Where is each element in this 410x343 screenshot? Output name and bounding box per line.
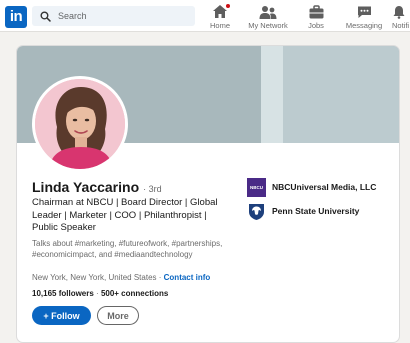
nav-home[interactable]: Home [207,3,233,31]
org-name: NBCUniversal Media, LLC [272,182,377,192]
penn-state-logo [249,203,264,220]
connections-count[interactable]: 500+ connections [101,289,168,298]
nav-notifications[interactable]: Notifi [392,3,410,31]
nav-messaging[interactable]: Messaging [344,3,384,31]
notification-dot [225,3,231,9]
location-row: New York, New York, United States · Cont… [32,273,210,282]
banner-panel [283,46,399,143]
org-nbcu[interactable]: NBCU NBCUniversal Media, LLC [247,177,377,197]
org-name: Penn State University [272,206,360,216]
jobs-icon [309,5,323,19]
nav-jobs[interactable]: Jobs [304,3,328,31]
connection-degree: · 3rd [143,184,162,194]
nav-notifications-label: Notifi [392,21,410,30]
nav-jobs-label: Jobs [308,21,324,30]
nav-messaging-label: Messaging [345,21,383,30]
notifications-icon [393,6,405,19]
messaging-icon [357,6,371,18]
banner-panel [261,46,283,143]
stats-row: 10,165 followers · 500+ connections [32,289,168,298]
profile-photo [35,79,125,169]
name-row: Linda Yaccarino · 3rd [32,179,162,195]
more-button[interactable]: More [97,306,139,325]
profile-name: Linda Yaccarino [32,179,140,195]
profile-card: Linda Yaccarino · 3rd Chairman at NBCU |… [16,45,400,343]
contact-info-link[interactable]: Contact info [164,273,211,282]
nav-my-network[interactable]: My Network [246,3,290,31]
top-nav: in Search Home My Network Jobs Messaging… [0,0,410,32]
search-bar[interactable]: Search [32,6,195,26]
org-penn-state[interactable]: Penn State University [247,202,359,220]
network-icon [259,6,277,19]
profile-avatar[interactable] [32,76,128,172]
profile-about: Talks about #marketing, #futureofwork, #… [32,239,223,259]
nav-my-network-label: My Network [248,21,288,30]
search-icon [40,10,51,22]
follow-button[interactable]: + Follow [32,306,91,325]
nbcu-logo: NBCU [247,177,266,197]
nav-home-label: Home [209,21,230,30]
profile-location: New York, New York, United States [32,273,157,282]
linkedin-logo[interactable]: in [5,6,27,28]
followers-count: 10,165 followers [32,289,94,298]
search-placeholder[interactable]: Search [58,11,87,21]
profile-headline: Chairman at NBCU | Board Director | Glob… [32,197,218,233]
